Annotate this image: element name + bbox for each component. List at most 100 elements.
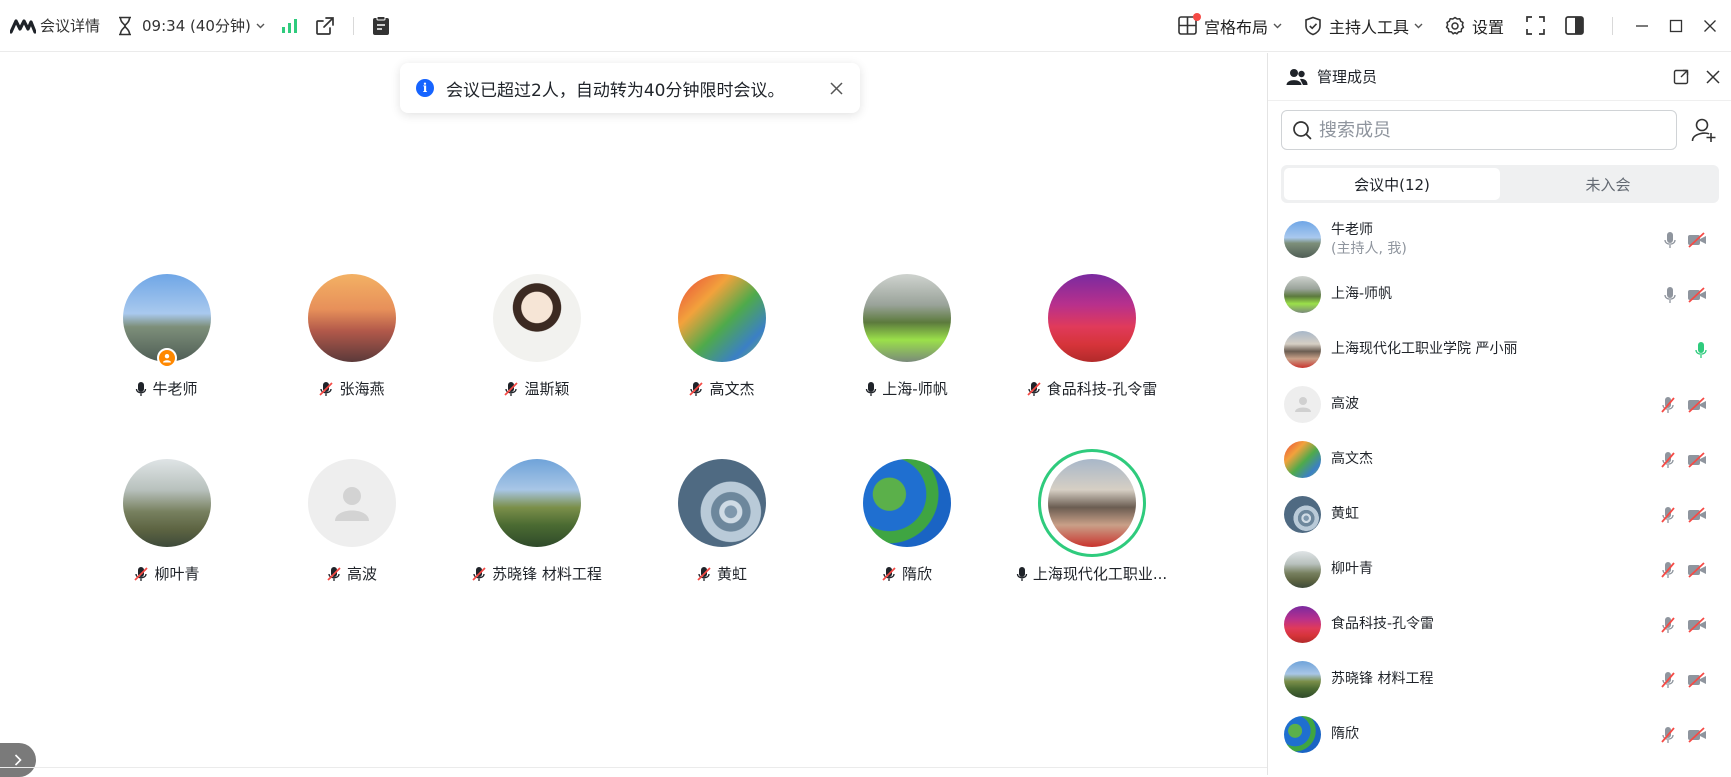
meeting-limit-toast: i 会议已超过2人，自动转为40分钟限时会议。 — [400, 63, 860, 113]
participant-name: 苏晓锋 材料工程 — [492, 565, 602, 583]
mic-muted-icon — [697, 566, 711, 581]
participant-tile[interactable]: 上海-师帆 — [814, 274, 999, 399]
camera-off-icon[interactable] — [1687, 561, 1707, 578]
share-button[interactable] — [315, 16, 335, 36]
member-search-field[interactable] — [1281, 110, 1678, 150]
list-item[interactable]: 高波 — [1268, 377, 1731, 432]
meeting-timer-button[interactable]: 09:34 (40分钟) — [116, 15, 265, 36]
avatar — [1284, 276, 1321, 313]
participant-tile[interactable]: 上海现代化工职业... — [999, 449, 1184, 584]
host-tools-label: 主持人工具 — [1328, 17, 1409, 37]
video-grid-stage: i 会议已超过2人，自动转为40分钟限时会议。 牛老师 张海燕 温斯颖 高文杰 … — [0, 53, 1267, 777]
camera-off-icon[interactable] — [1687, 726, 1707, 743]
close-panel-button[interactable] — [1699, 63, 1727, 91]
participant-name: 柳叶青 — [154, 565, 200, 583]
participant-tile[interactable]: 黄虹 — [629, 459, 814, 584]
toast-message: 会议已超过2人，自动转为40分钟限时会议。 — [446, 80, 785, 101]
mic-on-icon[interactable] — [1664, 231, 1676, 249]
avatar — [1284, 331, 1321, 368]
mic-muted-icon[interactable] — [1660, 451, 1676, 469]
mic-speaking-icon[interactable] — [1695, 341, 1707, 359]
mic-muted-icon — [1027, 381, 1041, 396]
camera-off-icon[interactable] — [1687, 286, 1707, 303]
tab-in-meeting[interactable]: 会议中(12) — [1284, 168, 1500, 200]
list-item[interactable]: 上海-师帆 — [1268, 267, 1731, 322]
mic-on-icon — [136, 381, 147, 396]
invite-member-button[interactable] — [1689, 115, 1719, 145]
chevron-down-icon — [1414, 23, 1423, 28]
avatar — [1284, 496, 1321, 533]
camera-off-icon[interactable] — [1687, 671, 1707, 688]
mic-on-icon — [866, 381, 877, 396]
list-item[interactable]: 苏晓锋 材料工程 — [1268, 652, 1731, 707]
mic-on-icon[interactable] — [1664, 286, 1676, 304]
list-item[interactable]: 隋欣 — [1268, 707, 1731, 762]
list-item[interactable]: 高文杰 — [1268, 432, 1731, 487]
camera-off-icon[interactable] — [1687, 451, 1707, 468]
avatar — [1284, 606, 1321, 643]
toggle-sidebar-button[interactable] — [1565, 16, 1584, 35]
participant-tile[interactable]: 温斯颖 — [444, 274, 629, 399]
list-item[interactable]: 柳叶青 — [1268, 542, 1731, 597]
mic-muted-icon[interactable] — [1660, 616, 1676, 634]
minimize-window-button[interactable] — [1625, 9, 1659, 43]
hourglass-icon — [119, 16, 132, 35]
network-signal-button[interactable] — [281, 18, 299, 34]
member-name: 隋欣 — [1331, 726, 1359, 742]
member-search-input[interactable] — [1319, 119, 1659, 141]
mic-on-icon — [1016, 566, 1027, 581]
sidebar-panel-icon — [1565, 16, 1584, 35]
participant-tile[interactable]: 张海燕 — [259, 274, 444, 399]
avatar — [1284, 716, 1321, 753]
participant-tile[interactable]: 苏晓锋 材料工程 — [444, 459, 629, 584]
layout-menu-button[interactable]: 宫格布局 — [1178, 13, 1282, 38]
participant-name: 牛老师 — [152, 380, 198, 398]
mic-muted-icon — [882, 566, 896, 581]
mic-muted-icon[interactable] — [1660, 726, 1676, 744]
fullscreen-icon — [1526, 16, 1545, 35]
participant-tile[interactable]: 食品科技-孔令雷 — [999, 274, 1184, 399]
top-toolbar: 会议详情 09:34 (40分钟) 宫格布局 主持人工具 设置 — [0, 0, 1731, 52]
mic-muted-icon[interactable] — [1660, 506, 1676, 524]
popout-panel-button[interactable] — [1667, 63, 1695, 91]
member-name: 黄虹 — [1331, 506, 1359, 522]
camera-off-icon[interactable] — [1687, 396, 1707, 413]
toolbar-divider — [352, 16, 354, 35]
meeting-details-button[interactable]: 会议详情 — [10, 15, 100, 36]
stage-divider — [0, 767, 1267, 768]
list-item[interactable]: 黄虹 — [1268, 487, 1731, 542]
notes-icon — [372, 15, 389, 35]
search-icon — [1293, 121, 1312, 140]
participant-tile[interactable]: 牛老师 — [74, 274, 259, 399]
share-external-icon — [315, 16, 334, 35]
member-role: (主持人, 我) — [1331, 240, 1407, 257]
maximize-window-button[interactable] — [1659, 9, 1693, 43]
avatar — [492, 459, 581, 547]
mic-muted-icon[interactable] — [1660, 561, 1676, 579]
toast-close-button[interactable] — [826, 78, 846, 98]
participant-tile[interactable]: 高波 — [259, 459, 444, 584]
mic-muted-icon[interactable] — [1660, 671, 1676, 689]
camera-off-icon[interactable] — [1687, 506, 1707, 523]
mic-muted-icon[interactable] — [1660, 396, 1676, 414]
avatar — [677, 274, 766, 362]
list-item[interactable]: 食品科技-孔令雷 — [1268, 597, 1731, 652]
list-item[interactable]: 上海现代化工职业学院 严小丽 — [1268, 322, 1731, 377]
participant-tile[interactable]: 隋欣 — [814, 459, 999, 584]
notes-button[interactable] — [372, 15, 390, 36]
expand-toolbar-button[interactable] — [0, 743, 36, 777]
tab-not-joined[interactable]: 未入会 — [1500, 168, 1716, 200]
fullscreen-button[interactable] — [1526, 16, 1545, 35]
close-window-button[interactable] — [1693, 9, 1727, 43]
mic-muted-icon — [504, 381, 519, 396]
camera-off-icon[interactable] — [1687, 616, 1707, 633]
camera-off-icon[interactable] — [1687, 231, 1707, 248]
avatar — [1284, 221, 1321, 258]
settings-button[interactable]: 设置 — [1445, 14, 1504, 38]
participant-tile[interactable]: 高文杰 — [629, 274, 814, 399]
participant-name: 高文杰 — [709, 380, 755, 398]
avatar — [1284, 441, 1321, 478]
participant-tile[interactable]: 柳叶青 — [74, 459, 259, 584]
list-item[interactable]: 牛老师 (主持人, 我) — [1268, 212, 1731, 267]
host-tools-button[interactable]: 主持人工具 — [1304, 14, 1423, 38]
